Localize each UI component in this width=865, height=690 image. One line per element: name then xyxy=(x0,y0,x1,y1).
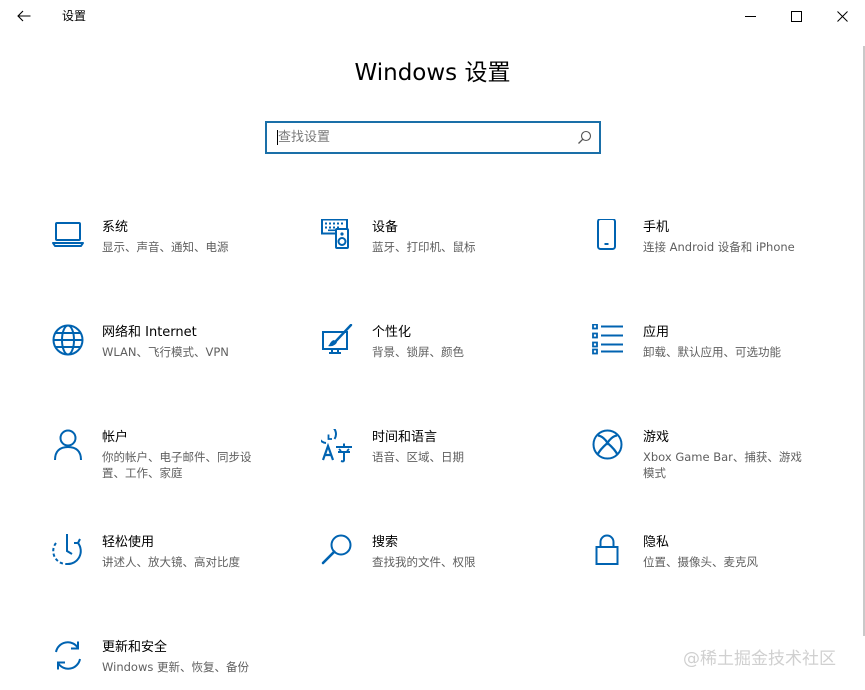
watermark-text: @稀土掘金技术社区 xyxy=(683,649,836,669)
close-button[interactable] xyxy=(819,0,865,32)
category-title: 帐户 xyxy=(102,430,129,445)
category-title: 搜索 xyxy=(372,535,399,550)
category-gaming[interactable]: 游戏 Xbox Game Bar、捕获、游戏模式 xyxy=(592,429,842,489)
back-arrow-icon xyxy=(17,7,31,26)
category-title: 时间和语言 xyxy=(372,430,438,445)
search-box[interactable] xyxy=(265,121,601,154)
category-ease-of-access[interactable]: 轻松使用 讲述人、放大镜、高对比度 xyxy=(51,534,301,594)
xbox-icon xyxy=(592,429,628,465)
lock-icon xyxy=(592,534,628,570)
category-title: 游戏 xyxy=(643,430,670,445)
category-description: 卸载、默认应用、可选功能 xyxy=(643,345,781,359)
paintbrush-icon xyxy=(321,324,357,360)
text-caret xyxy=(277,130,278,145)
category-description: 讲述人、放大镜、高对比度 xyxy=(102,555,240,569)
category-title: 网络和 Internet xyxy=(102,325,197,340)
category-description: 连接 Android 设备和 iPhone xyxy=(643,240,795,254)
category-title: 系统 xyxy=(102,220,129,235)
category-apps[interactable]: 应用 卸载、默认应用、可选功能 xyxy=(592,324,842,384)
category-description: 显示、声音、通知、电源 xyxy=(102,240,229,254)
category-time-language[interactable]: 时间和语言 语音、区域、日期 xyxy=(321,429,571,489)
maximize-button[interactable] xyxy=(773,0,819,32)
category-title: 应用 xyxy=(643,325,670,340)
search-icon[interactable] xyxy=(577,130,592,145)
category-description: Xbox Game Bar、捕获、游戏模式 xyxy=(643,450,802,480)
ease-of-access-icon xyxy=(51,534,87,570)
search-input[interactable] xyxy=(267,123,567,152)
settings-window: 设置 Windows 设置 查找设置 系统 显示、声音、通知、电源 设备 蓝牙、… xyxy=(0,0,865,690)
category-privacy[interactable]: 隐私 位置、摄像头、麦克风 xyxy=(592,534,842,594)
category-description: 查找我的文件、权限 xyxy=(372,555,476,569)
page-title: Windows 设置 xyxy=(354,60,511,86)
keyboard-speaker-icon xyxy=(321,219,357,255)
category-description: 背景、锁屏、颜色 xyxy=(372,345,464,359)
category-description: Windows 更新、恢复、备份 xyxy=(102,660,249,674)
back-button[interactable] xyxy=(9,3,39,29)
sync-arrows-icon xyxy=(51,639,87,675)
category-description: 蓝牙、打印机、鼠标 xyxy=(372,240,476,254)
category-network[interactable]: 网络和 Internet WLAN、飞行模式、VPN xyxy=(51,324,301,384)
category-title: 设备 xyxy=(372,220,399,235)
category-title: 隐私 xyxy=(643,535,670,550)
category-update-security[interactable]: 更新和安全 Windows 更新、恢复、备份 xyxy=(51,639,301,690)
time-language-icon xyxy=(321,429,357,465)
category-search[interactable]: 搜索 查找我的文件、权限 xyxy=(321,534,571,594)
category-description: 语音、区域、日期 xyxy=(372,450,464,464)
category-description: 位置、摄像头、麦克风 xyxy=(643,555,758,569)
category-phone[interactable]: 手机 连接 Android 设备和 iPhone xyxy=(592,219,842,279)
maximize-icon xyxy=(790,7,802,26)
category-accounts[interactable]: 帐户 你的帐户、电子邮件、同步设置、工作、家庭 xyxy=(51,429,301,489)
magnifier-icon xyxy=(321,534,357,570)
category-title: 手机 xyxy=(643,220,670,235)
category-description: WLAN、飞行模式、VPN xyxy=(102,345,229,359)
category-description: 你的帐户、电子邮件、同步设置、工作、家庭 xyxy=(102,450,252,480)
globe-icon xyxy=(51,324,87,360)
close-icon xyxy=(836,7,848,26)
category-system[interactable]: 系统 显示、声音、通知、电源 xyxy=(51,219,301,279)
category-title: 更新和安全 xyxy=(102,640,168,655)
category-title: 个性化 xyxy=(372,325,412,340)
category-title: 轻松使用 xyxy=(102,535,155,550)
laptop-icon xyxy=(51,219,87,255)
person-icon xyxy=(51,429,87,465)
category-devices[interactable]: 设备 蓝牙、打印机、鼠标 xyxy=(321,219,571,279)
minimize-button[interactable] xyxy=(727,0,773,32)
window-title: 设置 xyxy=(62,9,87,23)
category-personalization[interactable]: 个性化 背景、锁屏、颜色 xyxy=(321,324,571,384)
phone-icon xyxy=(592,219,628,255)
apps-list-icon xyxy=(592,324,628,360)
title-bar: 设置 xyxy=(0,0,865,32)
minimize-icon xyxy=(744,7,756,26)
